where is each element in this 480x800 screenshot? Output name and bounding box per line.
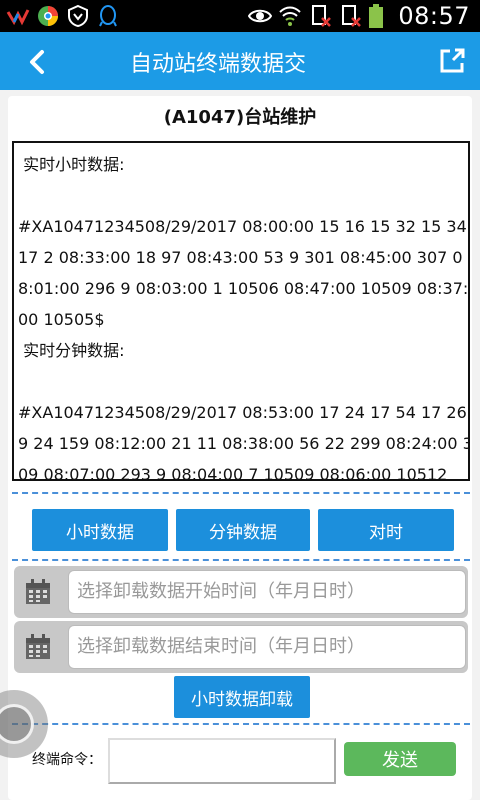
sync-time-button[interactable]: 对时 bbox=[318, 509, 454, 551]
end-time-field[interactable]: 选择卸载数据结束时间（年月日时） bbox=[68, 625, 466, 669]
divider bbox=[12, 723, 470, 725]
end-time-picker[interactable]: 选择卸载数据结束时间（年月日时） bbox=[14, 621, 468, 673]
send-button[interactable]: 发送 bbox=[344, 742, 456, 776]
assistive-ring-icon bbox=[0, 704, 34, 744]
vpn-shield-icon bbox=[66, 4, 90, 28]
sim-no-signal-icon bbox=[338, 4, 362, 28]
divider bbox=[12, 559, 470, 561]
data-text: 实时小时数据: #XA10471234508/29/2017 08:00:00 … bbox=[18, 155, 469, 481]
calendar-icon bbox=[24, 578, 52, 606]
hour-data-button[interactable]: 小时数据 bbox=[32, 509, 168, 551]
eye-icon bbox=[248, 4, 273, 28]
app-bar: 自动站终端数据交 bbox=[0, 32, 480, 90]
sim-no-signal-icon bbox=[308, 4, 332, 28]
data-display-window[interactable]: 实时小时数据: #XA10471234508/29/2017 08:00:00 … bbox=[12, 141, 470, 481]
app-title: 自动站终端数据交 bbox=[129, 52, 306, 77]
status-clock: 08:57 bbox=[398, 2, 470, 30]
command-input[interactable] bbox=[108, 738, 336, 784]
browser-icon bbox=[36, 4, 60, 28]
command-label: 终端命令： bbox=[32, 752, 102, 768]
chevron-left-icon[interactable] bbox=[22, 46, 54, 78]
start-time-field[interactable]: 选择卸载数据开始时间（年月日时） bbox=[68, 570, 466, 614]
status-bar: 08:57 bbox=[0, 0, 480, 32]
wifi-icon bbox=[278, 4, 302, 28]
start-time-picker[interactable]: 选择卸载数据开始时间（年月日时） bbox=[14, 566, 468, 618]
action-button-row: 小时数据 分钟数据 对时 bbox=[32, 509, 454, 551]
app-logo-icon bbox=[6, 4, 30, 28]
divider bbox=[12, 492, 470, 494]
hour-data-download-button[interactable]: 小时数据卸载 bbox=[174, 676, 310, 718]
page-title: (A1047)台站维护 bbox=[163, 107, 317, 128]
minute-data-button[interactable]: 分钟数据 bbox=[176, 509, 310, 551]
qq-icon bbox=[96, 4, 120, 28]
battery-icon bbox=[368, 4, 392, 28]
main-card: (A1047)台站维护 实时小时数据: #XA10471234508/29/20… bbox=[8, 96, 472, 800]
share-external-icon[interactable] bbox=[436, 45, 468, 77]
calendar-icon bbox=[24, 633, 52, 661]
